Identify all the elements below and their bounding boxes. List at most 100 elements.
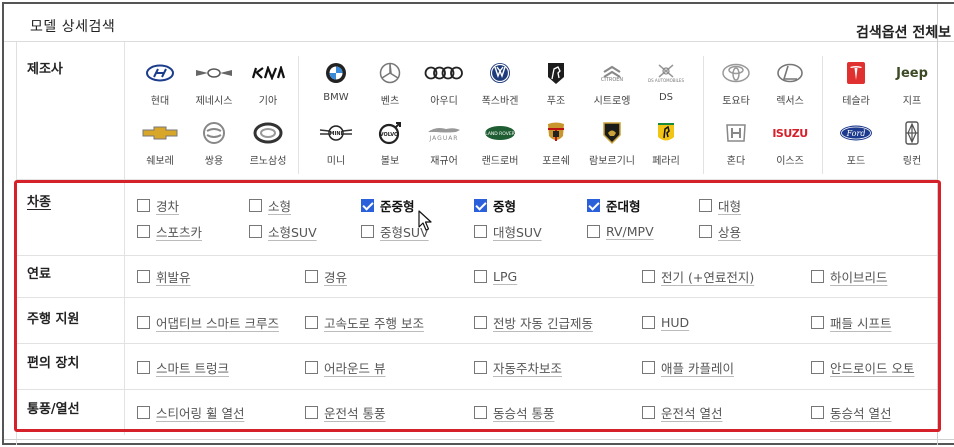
brand-ferrari[interactable]: 페라리: [638, 118, 694, 167]
filter-ventilation-option[interactable]: 스티어링 휠 열선: [137, 403, 244, 421]
filter-convenience-option[interactable]: 안드로이드 오토: [811, 358, 914, 376]
checkbox-9[interactable]: [474, 224, 487, 238]
filter-vehicle-type-option[interactable]: 준대형: [587, 196, 641, 214]
filter-vehicle-type-option[interactable]: 대형: [699, 196, 741, 214]
filter-fuel-option[interactable]: 휘발유: [137, 267, 191, 285]
filter-vehicle-type-option[interactable]: 경차: [137, 196, 179, 214]
filter-vehicle-type-option[interactable]: 소형: [249, 196, 291, 214]
checkbox[interactable]: [137, 315, 150, 329]
brand-tesla[interactable]: 테슬라: [828, 58, 884, 107]
filter-vehicle-type-option[interactable]: 소형SUV: [249, 222, 317, 240]
brand-chevrolet[interactable]: 쉐보레: [132, 118, 188, 167]
filter-fuel-option[interactable]: 전기 (+연료전지): [642, 267, 754, 285]
brand-audi[interactable]: 아우디: [416, 58, 472, 107]
brand-peugeot[interactable]: 푸조: [528, 58, 584, 107]
checkbox[interactable]: [811, 405, 824, 419]
page-title: 모델 상세검색: [30, 19, 116, 35]
checkbox[interactable]: [137, 360, 150, 374]
filter-convenience-option[interactable]: 자동주차보조: [474, 358, 562, 376]
checkbox[interactable]: [811, 269, 824, 283]
brand-mercedes[interactable]: 벤츠: [362, 58, 418, 107]
checkbox-7[interactable]: [249, 224, 262, 238]
brand-jaguar[interactable]: JAGUAR 재규어: [416, 118, 472, 167]
checkbox-10[interactable]: [587, 224, 600, 238]
brand-volvo[interactable]: VOLVO 볼보: [362, 118, 418, 167]
filter-convenience-option[interactable]: 어라운드 뷰: [305, 358, 385, 376]
checkbox[interactable]: [305, 360, 318, 374]
filter-vehicle-type-option[interactable]: 중형: [474, 196, 516, 214]
brand-name: 포드: [846, 156, 866, 167]
filter-fuel-option[interactable]: 경유: [305, 267, 347, 285]
checkbox[interactable]: [137, 269, 150, 283]
brand-lexus[interactable]: 렉서스: [762, 58, 818, 107]
brand-ds[interactable]: DS AUTOMOBILES DS: [638, 58, 694, 106]
checkbox[interactable]: [305, 269, 318, 283]
filter-ventilation-option[interactable]: 운전석 통풍: [305, 403, 385, 421]
filter-vehicle-type-option[interactable]: 대형SUV: [474, 222, 542, 240]
checkbox[interactable]: [642, 360, 655, 374]
mercedes-logo-icon: [362, 60, 418, 86]
checkbox-3[interactable]: [474, 198, 487, 212]
checkbox-6[interactable]: [137, 224, 150, 238]
checkbox[interactable]: [474, 315, 487, 329]
brand-hyundai[interactable]: 현대: [132, 58, 188, 107]
peugeot-logo-icon: [528, 60, 584, 86]
brand-jeep[interactable]: Jeep 지프: [884, 58, 940, 108]
brand-lincoln[interactable]: 링컨: [884, 118, 940, 167]
checkbox[interactable]: [137, 405, 150, 419]
filter-ventilation-option[interactable]: 동승석 통풍: [474, 403, 554, 421]
brand-isuzu[interactable]: ISUZU 이스즈: [762, 118, 818, 168]
checkbox-1[interactable]: [249, 198, 262, 212]
brand-lamborghini[interactable]: 람보르기니: [584, 118, 640, 167]
checkbox[interactable]: [811, 360, 824, 374]
brand-name: 볼보: [380, 156, 400, 167]
checkbox[interactable]: [474, 360, 487, 374]
brand-porsche[interactable]: 포르쉐: [528, 118, 584, 167]
brand-toyota[interactable]: 토요타: [708, 58, 764, 107]
brand-citroen[interactable]: CITROEN 시트로엥: [584, 58, 640, 107]
filter-vehicle-type-option[interactable]: 스포츠카: [137, 222, 202, 240]
checkbox[interactable]: [642, 269, 655, 283]
filter-ventilation-option[interactable]: 운전석 열선: [642, 403, 722, 421]
ferrari-logo-icon: [638, 120, 694, 146]
checkbox-2[interactable]: [361, 198, 374, 212]
checkbox[interactable]: [811, 315, 824, 329]
checkbox-0[interactable]: [137, 198, 150, 212]
checkbox[interactable]: [474, 405, 487, 419]
filter-vehicle-type-option[interactable]: 준중형: [361, 196, 415, 214]
checkbox[interactable]: [305, 405, 318, 419]
filter-driving-assist-option[interactable]: 패들 시프트: [811, 313, 891, 331]
filter-convenience-option[interactable]: 스마트 트렁크: [137, 358, 229, 376]
checkbox-4[interactable]: [587, 198, 600, 212]
checkbox[interactable]: [474, 269, 487, 283]
checkbox-5[interactable]: [699, 198, 712, 212]
filter-fuel-option[interactable]: LPG: [474, 267, 517, 285]
brand-bmw[interactable]: BMW: [308, 58, 364, 106]
filter-driving-assist-option[interactable]: 전방 자동 긴급제동: [474, 313, 593, 331]
brand-ford[interactable]: Ford 포드: [828, 118, 884, 167]
brand-ssangyong[interactable]: 쌍용: [186, 118, 242, 167]
brand-kia[interactable]: 기아: [240, 58, 296, 107]
checkbox[interactable]: [642, 405, 655, 419]
brand-name: 이스즈: [776, 156, 804, 167]
brand-renault[interactable]: 르노삼성: [240, 118, 296, 167]
filter-fuel-option[interactable]: 하이브리드: [811, 267, 888, 285]
filter-driving-assist-option[interactable]: HUD: [642, 313, 689, 331]
checkbox[interactable]: [642, 315, 655, 329]
brand-volkswagen[interactable]: 폭스바겐: [472, 58, 528, 107]
filter-vehicle-type-option[interactable]: RV/MPV: [587, 222, 654, 240]
checkbox-11[interactable]: [699, 224, 712, 238]
filter-driving-assist-option[interactable]: 어댑티브 스마트 크루즈: [137, 313, 279, 331]
checkbox-8[interactable]: [361, 224, 374, 238]
filter-driving-assist-option[interactable]: 고속도로 주행 보조: [305, 313, 424, 331]
filter-ventilation-option[interactable]: 동승석 열선: [811, 403, 891, 421]
filter-convenience-option[interactable]: 애플 카플레이: [642, 358, 734, 376]
renault-logo-icon: [240, 120, 296, 146]
volkswagen-logo-icon: [472, 60, 528, 86]
brand-genesis[interactable]: 제네시스: [186, 58, 242, 107]
brand-landrover[interactable]: LAND ROVER 랜드로버: [472, 118, 528, 167]
brand-mini[interactable]: MINI 미니: [308, 118, 364, 167]
checkbox[interactable]: [305, 315, 318, 329]
filter-vehicle-type-option[interactable]: 상용: [699, 222, 741, 240]
brand-honda[interactable]: 혼다: [708, 118, 764, 167]
